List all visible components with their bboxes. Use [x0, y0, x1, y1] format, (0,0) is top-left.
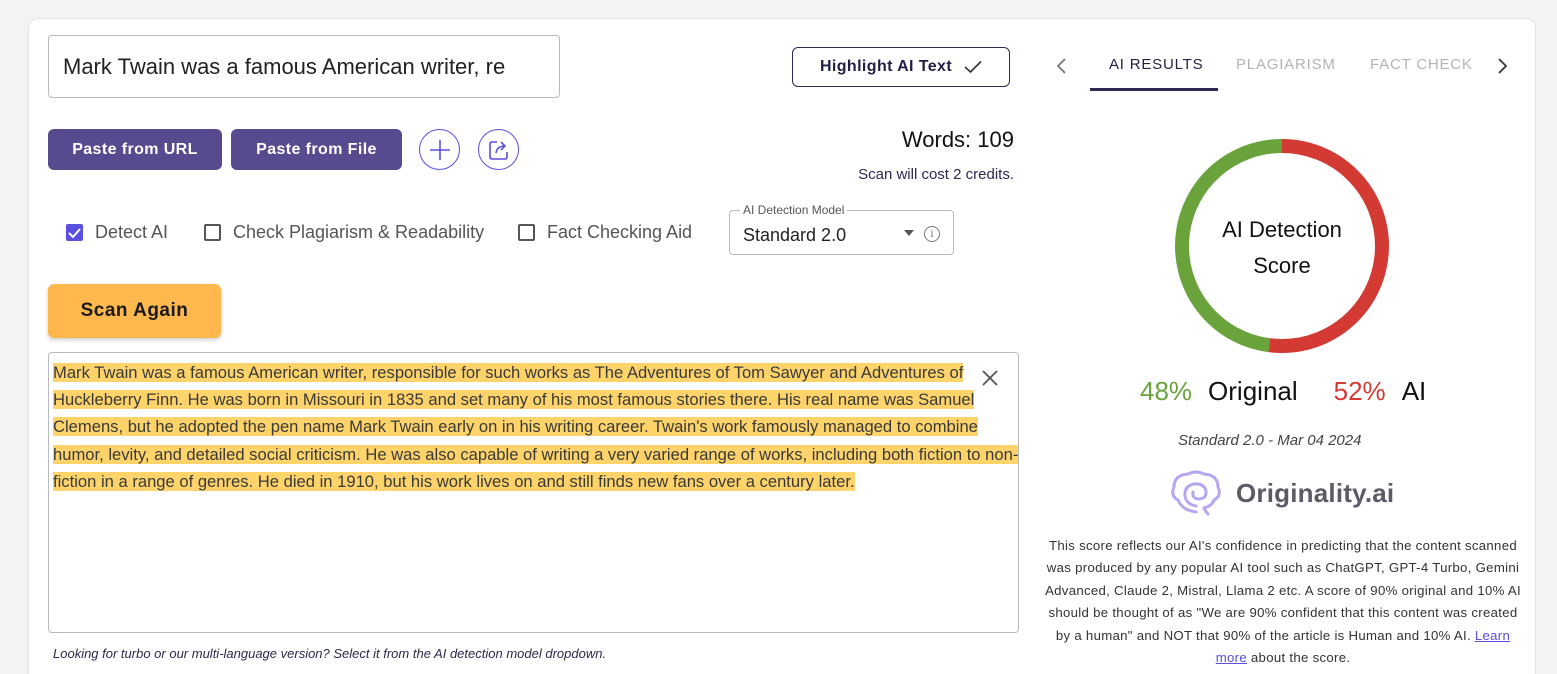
model-select-value: Standard 2.0 [743, 225, 847, 245]
title-input[interactable]: Mark Twain was a famous American writer,… [48, 35, 560, 98]
paste-from-file-button[interactable]: Paste from File [231, 129, 402, 170]
brand-name: Originality.ai [1236, 477, 1395, 508]
model-hint-text: Looking for turbo or our multi-language … [53, 646, 607, 661]
plus-icon [429, 139, 450, 160]
donut-label-line-2: Score [1253, 253, 1311, 278]
share-icon [488, 140, 508, 160]
info-icon[interactable]: i [924, 226, 940, 242]
score-summary: 48% Original 52% AI [1140, 376, 1426, 407]
chevron-right-icon[interactable] [1494, 57, 1510, 75]
share-button[interactable] [478, 129, 519, 170]
tab-fact-check[interactable]: FACT CHECK [1370, 56, 1473, 73]
ai-detection-model-select[interactable]: AI Detection Model Standard 2.0 i [729, 203, 954, 255]
highlight-label: Highlight AI Text [819, 58, 953, 75]
detect-ai-option[interactable]: Detect AI [66, 222, 168, 243]
donut-label: AI Detection Score [1171, 212, 1393, 284]
dropdown-caret-icon[interactable] [904, 230, 914, 236]
check-icon [964, 60, 982, 74]
fact-checking-option[interactable]: Fact Checking Aid [518, 222, 692, 243]
checkbox-icon[interactable] [518, 224, 535, 241]
original-percent: 48% [1140, 376, 1193, 406]
content-textarea[interactable]: Mark Twain was a famous American writer,… [48, 352, 1019, 633]
check-plagiarism-option[interactable]: Check Plagiarism & Readability [204, 222, 484, 243]
scan-again-button[interactable]: Scan Again [48, 284, 221, 338]
highlighted-ai-text: Mark Twain was a famous American writer,… [53, 363, 1019, 491]
paste-from-url-button[interactable]: Paste from URL [48, 129, 222, 170]
fact-checking-label: Fact Checking Aid [547, 222, 693, 242]
score-description: This score reflects our AI's confidence … [1044, 535, 1522, 669]
checkbox-checked-icon[interactable] [66, 224, 83, 241]
ai-percent: 52% [1333, 376, 1386, 406]
original-label: Original [1208, 376, 1298, 406]
results-tabs: AI RESULTS PLAGIARISM FACT CHECK [1048, 46, 1518, 92]
model-select-label: AI Detection Model [740, 203, 848, 217]
ai-label: AI [1401, 376, 1427, 406]
originality-logo: Originality.ai [1168, 470, 1394, 516]
brain-logo-icon [1171, 470, 1221, 516]
active-tab-indicator [1090, 88, 1218, 91]
donut-label-line-1: AI Detection [1222, 217, 1342, 242]
add-button[interactable] [419, 129, 460, 170]
description-suffix: about the score. [1250, 650, 1351, 666]
chevron-left-icon[interactable] [1054, 57, 1070, 75]
close-icon[interactable] [980, 368, 1000, 388]
word-count: Words: 109 [901, 127, 1014, 152]
checkbox-icon[interactable] [204, 224, 221, 241]
check-plagiarism-label: Check Plagiarism & Readability [233, 222, 485, 242]
scan-cost-text: Scan will cost 2 credits. [858, 166, 1014, 183]
tab-plagiarism[interactable]: PLAGIARISM [1236, 56, 1336, 73]
tab-ai-results[interactable]: AI RESULTS [1109, 56, 1203, 73]
detect-ai-label: Detect AI [95, 222, 169, 242]
highlight-ai-text-button[interactable]: Highlight AI Text [792, 47, 1010, 87]
model-date-text: Standard 2.0 - Mar 04 2024 [1178, 432, 1362, 449]
description-text: This score reflects our AI's confidence … [1045, 538, 1521, 643]
